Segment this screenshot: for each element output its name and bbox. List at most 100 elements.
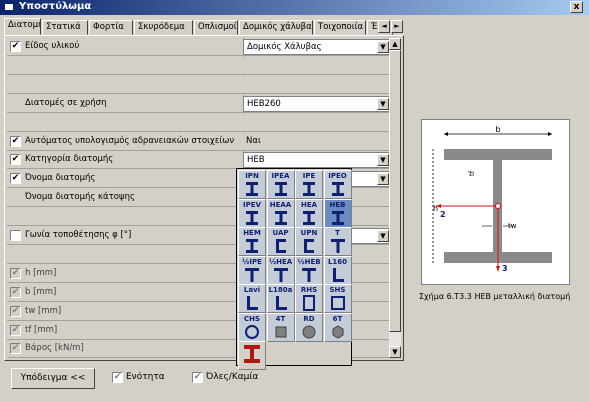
section-option[interactable]: HEAA <box>266 198 295 228</box>
section-option[interactable]: IPN <box>238 170 266 199</box>
property-row: ✔ Αυτόματος υπολογισμός αδρανειακών στοιχ… <box>7 132 395 151</box>
row-value-text: HEB <box>247 155 265 166</box>
scroll-thumb[interactable] <box>389 50 401 332</box>
chs-section-icon <box>239 323 265 341</box>
section-option[interactable]: HEA <box>295 198 323 228</box>
section-option[interactable]: CHS <box>238 312 266 342</box>
section-option-label: CHS <box>243 314 261 323</box>
example-button[interactable]: Υπόδειγμα << <box>11 368 95 389</box>
chevron-down-icon[interactable]: ▼ <box>377 154 389 167</box>
tab-0[interactable]: Διατομή <box>4 18 41 35</box>
all-none-checkbox-box[interactable]: ✔ <box>192 372 203 383</box>
section-option-label: UPN <box>300 229 318 237</box>
row-value[interactable]: HEB260 ▼ <box>243 95 391 112</box>
i-section-icon <box>325 180 351 198</box>
section-option[interactable]: ½HEA <box>266 255 295 285</box>
tab-1[interactable]: Στατικά <box>42 20 88 35</box>
section-option[interactable]: ½IPE <box>238 255 266 285</box>
section-option[interactable]: UPN <box>295 227 323 256</box>
all-none-checkbox-label: Όλες/Καμία <box>206 372 259 382</box>
section-option[interactable]: HEM <box>238 227 266 256</box>
round-bar-icon <box>296 323 322 341</box>
row-checkbox[interactable]: ✔ <box>10 154 21 166</box>
row-checkbox: ✔ <box>10 286 21 298</box>
figure-caption: Σχήμα 6.Τ3.3 HEB μεταλλική διατομή <box>419 292 571 301</box>
row-value[interactable] <box>243 57 395 74</box>
c-section-icon <box>296 237 322 255</box>
row-value[interactable]: Ναι <box>243 133 395 150</box>
scroll-down-button[interactable]: ▼ <box>389 346 401 358</box>
dialog-window: Υποστύλωμα x Διατομή Στατικά Φορτία Σκυρόδε… <box>0 0 589 402</box>
dim-h-label: h <box>433 204 438 213</box>
section-option-label: HEA <box>300 200 318 209</box>
section-option[interactable]: ½HEB <box>295 255 323 285</box>
row-label: Αυτόματος υπολογισμός αδρανειακών στοιχε… <box>25 135 235 146</box>
row-value[interactable]: HEB ▼ <box>243 152 391 169</box>
section-option[interactable]: 6T <box>323 312 352 342</box>
section-option[interactable]: T <box>323 227 352 256</box>
section-option-label: HEB <box>329 200 346 209</box>
tab-scroll-left-button[interactable]: ◄ <box>378 20 390 33</box>
section-option[interactable]: UAP <box>266 227 295 256</box>
section-option-label: RD <box>303 314 315 323</box>
row-checkbox[interactable]: ✔ <box>10 135 21 147</box>
section-option-label: IPEO <box>328 172 347 180</box>
row-value[interactable] <box>243 114 395 131</box>
row-checkbox[interactable]: ✔ <box>10 173 21 185</box>
red-i-section-icon <box>239 343 265 365</box>
scroll-up-button[interactable]: ▲ <box>389 38 401 50</box>
section-option[interactable]: IPEA <box>266 170 295 199</box>
chevron-down-icon[interactable]: ▼ <box>377 41 389 53</box>
row-checkbox[interactable]: ✔ <box>10 41 21 52</box>
property-row: Διατομές σε χρήση HEB260 ▼ <box>7 94 391 113</box>
section-option[interactable]: IPE <box>295 170 323 199</box>
i-section-icon <box>296 180 322 198</box>
dim-tf-label: tf <box>468 170 476 176</box>
section-option[interactable]: L180a <box>266 284 295 313</box>
section-option[interactable]: RHS <box>295 284 323 313</box>
row-label: tw [mm] <box>25 305 62 316</box>
grid-vertical-scrollbar[interactable]: ▲ ▼ <box>389 38 401 358</box>
section-option[interactable]: L160 <box>323 255 352 285</box>
row-checkbox: ✔ <box>10 267 21 279</box>
tab-2[interactable]: Φορτία <box>89 20 133 35</box>
row-value[interactable]: Δομικός Χάλυβας ▼ <box>243 39 391 55</box>
section-option[interactable]: HEB <box>323 198 352 228</box>
angle-section-icon <box>239 294 265 312</box>
row-checkbox[interactable] <box>10 230 21 241</box>
row-label: Γωνία τοποθέτησης φ [°] <box>25 230 132 240</box>
section-option-label: T <box>335 229 340 237</box>
window-icon <box>4 3 14 11</box>
tab-4[interactable]: Οπλισμοί <box>194 20 238 35</box>
section-option-label: UAP <box>272 229 289 237</box>
tab-6[interactable]: Τοιχοποιία <box>314 20 366 35</box>
tab-scroll-right-button[interactable]: ► <box>391 20 403 33</box>
section-option[interactable]: RD <box>295 312 323 342</box>
row-value-text: HEB260 <box>247 98 281 109</box>
section-option[interactable]: IPEV <box>238 198 266 228</box>
row-label: b [mm] <box>25 286 57 297</box>
section-option[interactable]: 4T <box>266 312 295 342</box>
row-label: Είδος υλικού <box>25 41 80 51</box>
chevron-down-icon[interactable]: ▼ <box>377 173 389 186</box>
chevron-down-icon[interactable]: ▼ <box>377 97 389 110</box>
c-section-icon <box>268 237 294 255</box>
row-value[interactable] <box>243 76 395 93</box>
tab-5[interactable]: Δομικός χάλυβας <box>239 20 313 35</box>
section-option[interactable]: IPEO <box>323 170 352 199</box>
i-section-icon <box>268 209 294 227</box>
section-option-label: Lavi <box>243 286 261 294</box>
i-section-icon <box>268 180 294 198</box>
section-option[interactable]: Lavi <box>238 284 266 313</box>
chevron-down-icon[interactable]: ▼ <box>377 230 389 242</box>
close-button[interactable]: x <box>570 1 583 13</box>
row-value-text: Ναι <box>246 135 261 146</box>
row-label: Βάρος [kN/m] <box>25 343 84 354</box>
section-option[interactable]: SHS <box>323 284 352 313</box>
heb-section-drawing: b h tf tw 2 3 <box>432 125 552 273</box>
section-option-label: IPN <box>245 172 259 180</box>
section-option[interactable] <box>238 341 266 370</box>
section-option-label: HEAA <box>269 200 292 209</box>
tab-3[interactable]: Σκυρόδεμα <box>134 20 193 35</box>
unit-checkbox-box[interactable]: ✔ <box>112 372 123 383</box>
